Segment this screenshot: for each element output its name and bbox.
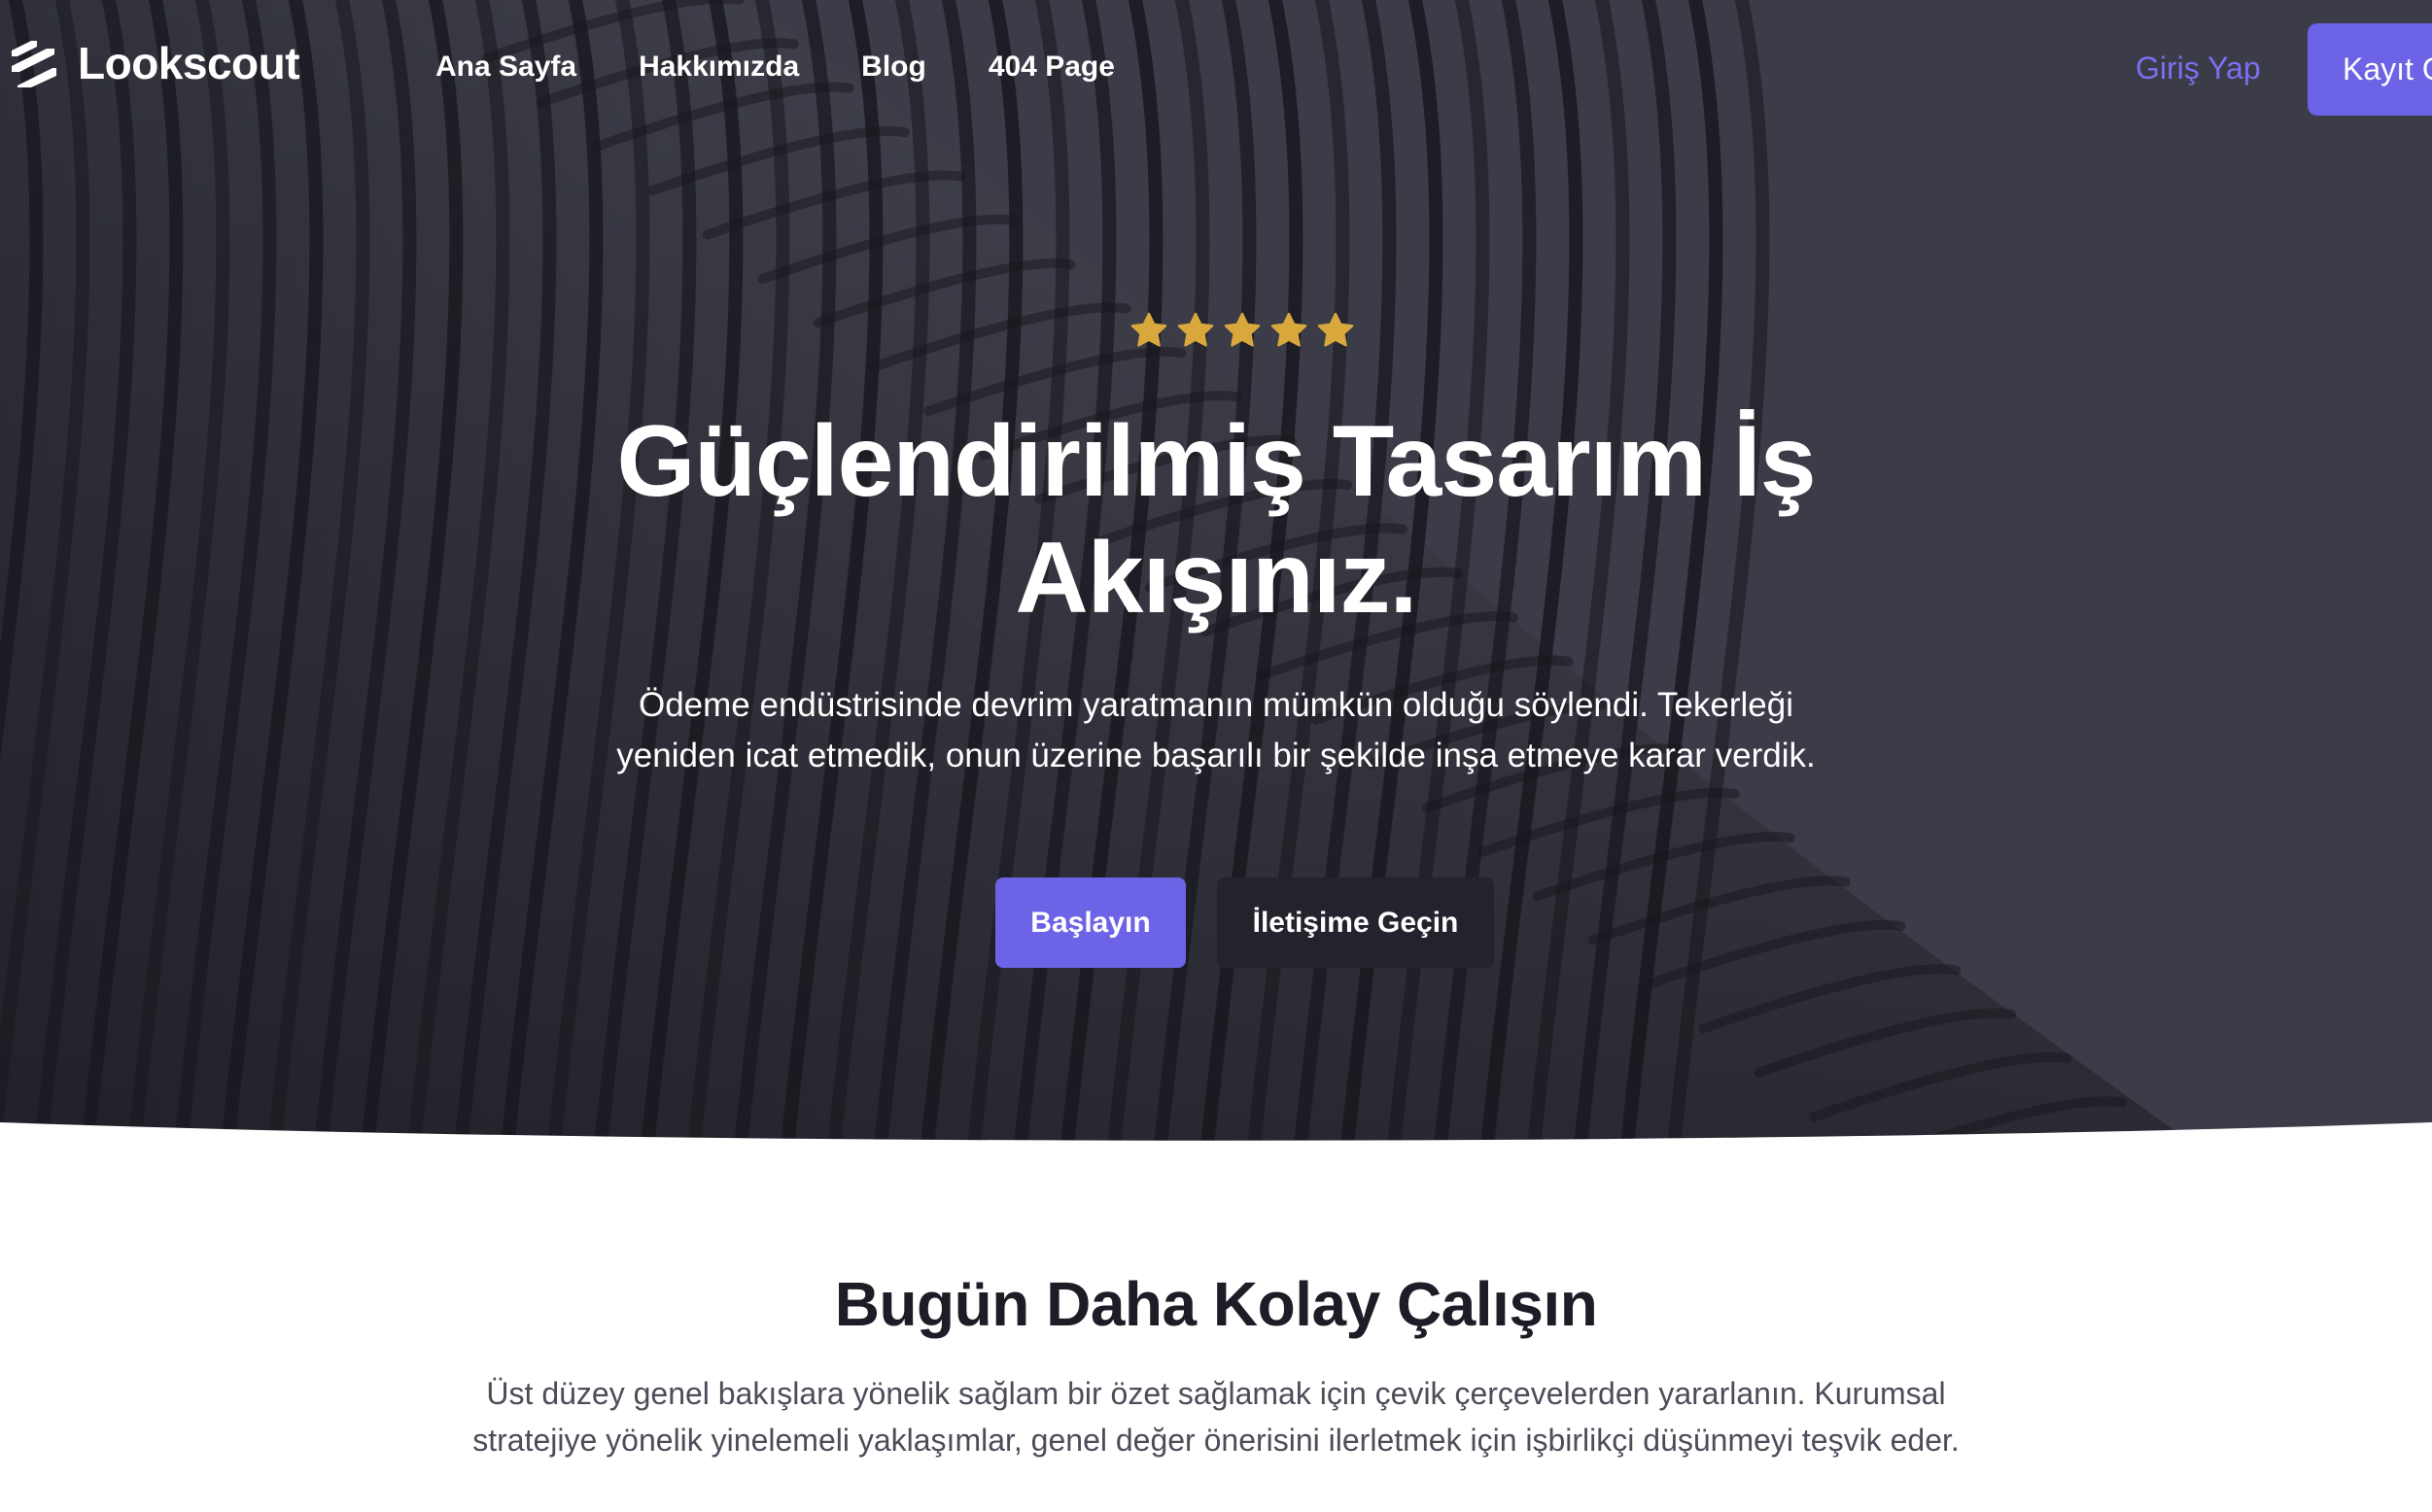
nav-link-404[interactable]: 404 Page xyxy=(989,51,1115,84)
nav-link-blog[interactable]: Blog xyxy=(861,51,926,84)
star-icon xyxy=(1177,312,1214,347)
hero-subtitle-line-1: Ödeme endüstrisinde devrim yaratmanın mü… xyxy=(638,686,1794,724)
hero-title-line-2: Akışınız. xyxy=(1015,522,1418,635)
star-icon xyxy=(1224,312,1261,347)
hero-bottom-curve xyxy=(0,1122,2432,1147)
get-started-button[interactable]: Başlayın xyxy=(995,877,1186,968)
brand-logo[interactable]: Lookscout xyxy=(8,37,300,89)
hero-title: Güçlendirilmiş Tasarım İş Akışınız. xyxy=(536,403,1896,636)
login-link[interactable]: Giriş Yap xyxy=(2136,51,2261,86)
hero-subtitle-line-2: yeniden icat etmedik, onun üzerine başar… xyxy=(616,737,1816,774)
nav-link-about[interactable]: Hakkımızda xyxy=(639,51,799,84)
section-description: Üst düzey genel bakışlara yönelik sağlam… xyxy=(438,1370,1994,1463)
signup-button[interactable]: Kayıt Ol xyxy=(2308,23,2432,116)
hero-subtitle: Ödeme endüstrisinde devrim yaratmanın mü… xyxy=(584,680,1848,781)
top-navbar: Lookscout Ana Sayfa Hakkımızda Blog 404 … xyxy=(0,0,2432,136)
section-text-line-1: Üst düzey genel bakışlara yönelik sağlam… xyxy=(486,1376,1946,1411)
star-icon xyxy=(1130,312,1167,347)
star-icon xyxy=(1317,312,1354,347)
star-rating xyxy=(1129,311,1355,350)
brand-name: Lookscout xyxy=(78,38,300,88)
nav-link-home[interactable]: Ana Sayfa xyxy=(435,51,576,84)
hero-title-line-1: Güçlendirilmiş Tasarım İş xyxy=(616,405,1816,518)
section-text-line-2: stratejiye yönelik yinelemeli yaklaşımla… xyxy=(472,1423,1960,1458)
contact-button[interactable]: İletişime Geçin xyxy=(1217,877,1494,968)
star-icon xyxy=(1270,312,1307,347)
stacked-stripes-logo-icon xyxy=(12,41,56,87)
main-nav: Ana Sayfa Hakkımızda Blog 404 Page xyxy=(435,51,1115,84)
section-title: Bugün Daha Kolay Çalışın xyxy=(834,1269,1598,1339)
